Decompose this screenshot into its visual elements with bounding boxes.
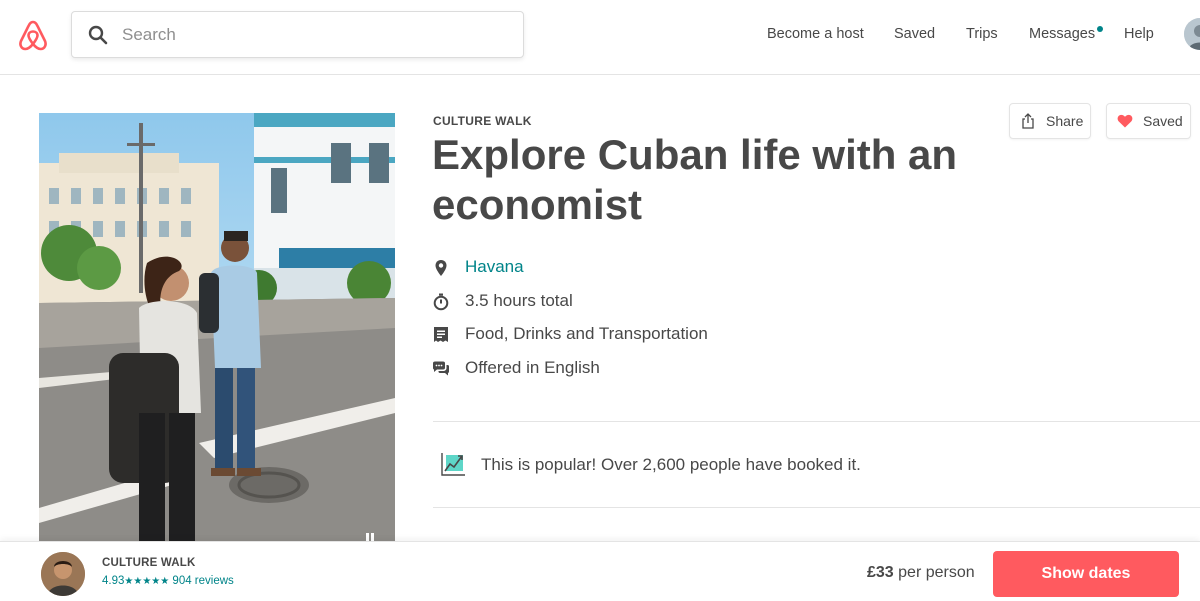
popularity-text: This is popular! Over 2,600 people have …	[481, 455, 861, 474]
experience-title: Explore Cuban life with an economist	[432, 131, 958, 228]
price: £33 per person	[867, 564, 975, 582]
duration-text: 3.5 hours total	[465, 291, 573, 310]
location-link[interactable]: Havana	[465, 257, 524, 277]
price-amount: £33	[867, 564, 894, 581]
location-pin-icon	[435, 260, 447, 276]
star-rating-icon: ★★★★★	[124, 576, 170, 587]
stopwatch-icon	[433, 293, 449, 311]
price-suffix: per person	[898, 564, 975, 581]
heart-icon	[1117, 114, 1133, 128]
host-avatar[interactable]	[41, 552, 85, 596]
search-bar[interactable]	[71, 11, 524, 58]
search-icon	[88, 25, 108, 45]
booking-bar: CULTURE WALK 4.93★★★★★ 904 reviews £33 p…	[0, 541, 1200, 601]
saved-label: Saved	[1143, 113, 1183, 129]
show-dates-button[interactable]: Show dates	[993, 551, 1179, 597]
share-button[interactable]: Share	[1009, 103, 1091, 139]
divider	[433, 421, 1200, 422]
trending-chart-icon	[441, 453, 465, 476]
chat-bubbles-icon	[433, 361, 449, 376]
nav-messages[interactable]: Messages	[1029, 26, 1095, 42]
user-avatar[interactable]	[1184, 18, 1200, 50]
share-label: Share	[1046, 113, 1084, 129]
top-header: Become a host Saved Trips Messages Help	[0, 0, 1200, 75]
experience-category: CULTURE WALK	[433, 114, 532, 128]
language-text: Offered in English	[465, 358, 600, 377]
includes-text: Food, Drinks and Transportation	[465, 324, 708, 343]
divider	[433, 507, 1200, 508]
rating-summary[interactable]: 4.93★★★★★ 904 reviews	[102, 575, 234, 587]
saved-button[interactable]: Saved	[1106, 103, 1191, 139]
nav-trips[interactable]: Trips	[966, 26, 998, 42]
search-input[interactable]	[122, 20, 512, 50]
nav-help[interactable]: Help	[1124, 26, 1154, 42]
experience-photo[interactable]	[39, 113, 395, 541]
nav-saved[interactable]: Saved	[894, 26, 935, 42]
review-count: 904 reviews	[172, 575, 234, 587]
booking-bar-category: CULTURE WALK	[102, 557, 196, 569]
pause-icon[interactable]	[365, 533, 375, 541]
receipt-icon	[434, 327, 448, 342]
messages-notification-dot	[1097, 26, 1103, 32]
airbnb-logo-icon[interactable]	[17, 20, 49, 52]
share-icon	[1022, 113, 1034, 129]
nav-become-a-host[interactable]: Become a host	[767, 26, 864, 42]
rating-value: 4.93	[102, 575, 125, 587]
